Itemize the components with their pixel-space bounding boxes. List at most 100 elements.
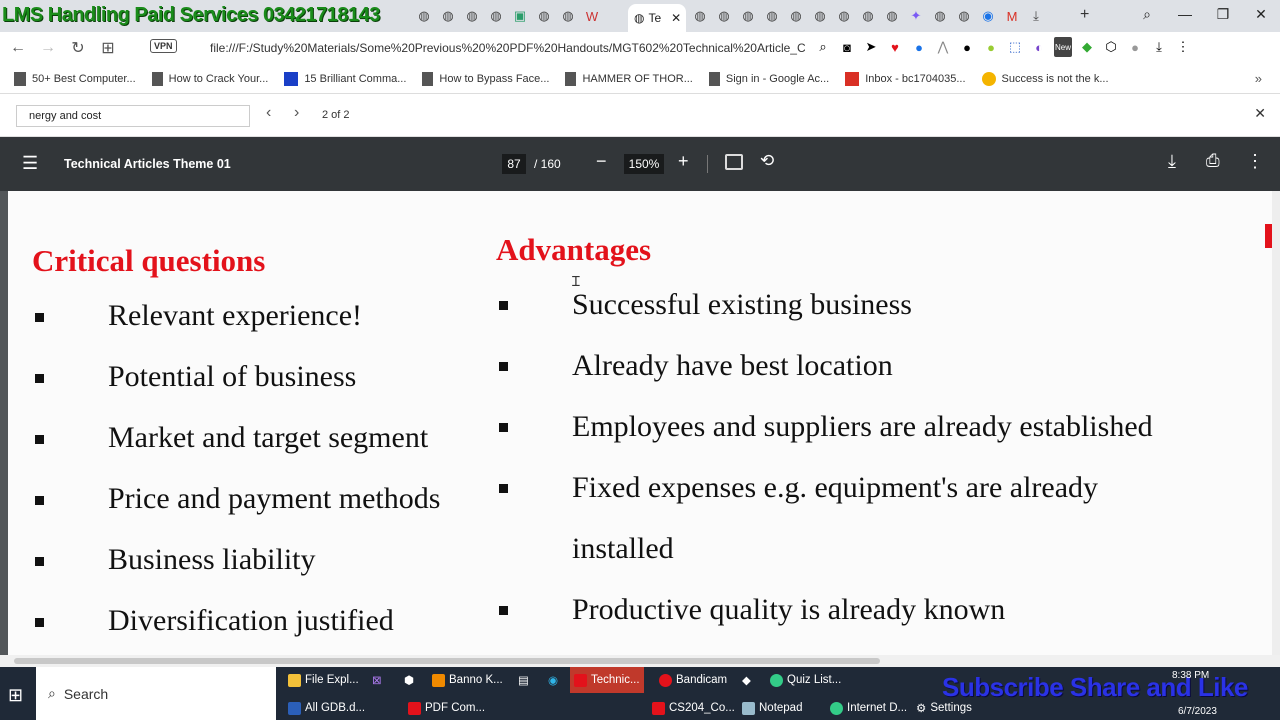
rotate-icon[interactable]: ⟲: [760, 151, 774, 171]
profile-icon[interactable]: ●: [1126, 37, 1144, 57]
clock-time: 8:38 PM: [1172, 670, 1210, 681]
taskbar-item-banno[interactable]: Banno K...: [428, 668, 507, 692]
zoom-out-icon[interactable]: −: [596, 151, 607, 172]
bookmark-item[interactable]: 50+ Best Computer...: [14, 71, 136, 86]
forward-button[interactable]: →: [36, 36, 60, 60]
address-bar[interactable]: file:///F:/Study%20Materials/Some%20Prev…: [210, 41, 805, 55]
taskbar-item-cs204[interactable]: CS204_Co...: [648, 696, 739, 720]
tab-favicon[interactable]: ◍: [762, 6, 782, 26]
download-icon[interactable]: ⤓: [1150, 37, 1168, 57]
extension-icon[interactable]: ◆: [1078, 37, 1096, 57]
tab-favicon[interactable]: ◍: [882, 6, 902, 26]
tab-favicon[interactable]: ◍: [534, 6, 554, 26]
bookmark-item[interactable]: Inbox - bc1704035...: [845, 71, 966, 86]
reload-button[interactable]: ↻: [66, 36, 90, 60]
restore-button[interactable]: ❐: [1204, 0, 1242, 28]
pdf-viewer[interactable]: Critical questions Advantages Relevant e…: [0, 191, 1280, 655]
taskbar-search[interactable]: ⌕ Search: [36, 667, 276, 720]
tab-favicon[interactable]: ◍: [690, 6, 710, 26]
heart-icon[interactable]: ♥: [886, 37, 904, 57]
back-button[interactable]: ←: [6, 36, 30, 60]
page-number-input[interactable]: 87: [502, 154, 526, 174]
close-icon[interactable]: ✕: [671, 11, 681, 25]
tab-favicon[interactable]: ◍: [858, 6, 878, 26]
taskbar-item-file-explorer[interactable]: File Expl...: [284, 668, 363, 692]
camera-icon[interactable]: ◙: [838, 37, 856, 57]
menu-icon[interactable]: ⋮: [1174, 37, 1192, 57]
tab-favicon[interactable]: ◍: [786, 6, 806, 26]
taskbar-item-pdf-com[interactable]: PDF Com...: [404, 696, 489, 720]
download-icon[interactable]: ⤓: [1168, 151, 1176, 172]
extension-icon[interactable]: ●: [982, 37, 1000, 57]
taskbar-label: Technic...: [591, 674, 640, 686]
close-icon[interactable]: ✕: [1254, 105, 1266, 122]
extension-icon[interactable]: ⬚: [1006, 37, 1024, 57]
taskbar-item-internet-download[interactable]: Internet D...: [826, 696, 911, 720]
extension-icon[interactable]: ●: [910, 37, 928, 57]
taskbar-item-all-gdb[interactable]: All GDB.d...: [284, 696, 369, 720]
taskbar-item-notepad[interactable]: Notepad: [738, 696, 806, 720]
taskbar-item-bandicam[interactable]: Bandicam: [655, 668, 731, 692]
download-icon[interactable]: ⤓: [1026, 6, 1046, 26]
tab-favicon[interactable]: ◍: [738, 6, 758, 26]
tab-favicon[interactable]: W: [582, 6, 602, 26]
close-window-button[interactable]: ✕: [1242, 0, 1280, 28]
tab-favicon[interactable]: ◍: [414, 6, 434, 26]
bookmark-item[interactable]: HAMMER OF THOR...: [565, 71, 693, 86]
bookmark-item[interactable]: 15 Brilliant Comma...: [284, 71, 406, 86]
vpn-badge[interactable]: VPN: [150, 39, 177, 53]
extension-icon[interactable]: ◐: [1030, 37, 1048, 57]
hamburger-menu-icon[interactable]: ☰: [22, 153, 38, 174]
tab-favicon[interactable]: ▣: [510, 6, 530, 26]
app-icon[interactable]: ◆: [738, 668, 755, 692]
fit-page-icon[interactable]: [725, 154, 743, 170]
find-input[interactable]: nergy and cost: [16, 105, 250, 127]
tab-favicon[interactable]: ◉: [978, 6, 998, 26]
tab-favicon[interactable]: ◍: [462, 6, 482, 26]
bookmark-item[interactable]: How to Crack Your...: [151, 71, 268, 86]
speed-dial-icon[interactable]: ⊞: [96, 36, 120, 60]
print-icon[interactable]: ⎙: [1206, 151, 1220, 171]
search-tabs-icon[interactable]: ⌕: [1128, 0, 1166, 28]
bookmark-item[interactable]: Success is not the k...: [981, 71, 1109, 86]
minimize-button[interactable]: —: [1166, 0, 1204, 28]
tab-favicon[interactable]: ◍: [954, 6, 974, 26]
app-icon[interactable]: ⬢: [400, 668, 418, 692]
find-previous-icon[interactable]: ‹: [266, 104, 271, 122]
zoom-in-icon[interactable]: +: [678, 151, 689, 172]
app-icon[interactable]: ▤: [514, 668, 533, 692]
tab-favicon[interactable]: ◍: [834, 6, 854, 26]
zoom-level-input[interactable]: 150%: [624, 154, 664, 174]
document-icon: [151, 71, 163, 86]
extension-icon[interactable]: ●: [958, 37, 976, 57]
tab-favicon[interactable]: ◍: [714, 6, 734, 26]
tab-favicon[interactable]: ◍: [810, 6, 830, 26]
find-next-icon[interactable]: ›: [294, 104, 299, 122]
taskbar-item-technical[interactable]: Technic...: [570, 667, 644, 693]
gmail-icon[interactable]: M: [1002, 6, 1022, 26]
tab-favicon[interactable]: ◍: [930, 6, 950, 26]
bookmark-item[interactable]: Sign in - Google Ac...: [708, 71, 829, 86]
sparkle-icon[interactable]: ✦: [906, 6, 926, 26]
advantage-item: Fixed expenses e.g. equipment's are alre…: [572, 471, 1099, 504]
extension-icon[interactable]: ⋀: [934, 37, 952, 57]
cube-icon[interactable]: ⬡: [1102, 37, 1120, 57]
tab-favicon[interactable]: ◍: [438, 6, 458, 26]
search-icon[interactable]: ⌕: [814, 37, 832, 57]
new-extension-icon[interactable]: New: [1054, 37, 1072, 57]
taskbar-item-quiz-list[interactable]: Quiz List...: [766, 668, 845, 692]
more-options-icon[interactable]: ⋮: [1246, 151, 1264, 172]
more-bookmarks-icon[interactable]: »: [1255, 71, 1262, 86]
active-tab[interactable]: ◍ Te ✕: [628, 4, 686, 32]
new-tab-button[interactable]: +: [1080, 6, 1089, 24]
windows-start-icon[interactable]: ⊞: [8, 685, 23, 706]
tab-favicon[interactable]: ◍: [486, 6, 506, 26]
bookmark-item[interactable]: How to Bypass Face...: [422, 71, 549, 86]
horizontal-scrollbar[interactable]: [0, 655, 1280, 667]
send-icon[interactable]: ➤: [862, 37, 880, 57]
vertical-scrollbar[interactable]: [1272, 191, 1280, 655]
scrollbar-thumb[interactable]: [14, 658, 880, 664]
tab-favicon[interactable]: ◍: [558, 6, 578, 26]
edge-icon[interactable]: ◉: [544, 668, 562, 692]
visual-studio-icon[interactable]: ⊠: [368, 668, 386, 692]
